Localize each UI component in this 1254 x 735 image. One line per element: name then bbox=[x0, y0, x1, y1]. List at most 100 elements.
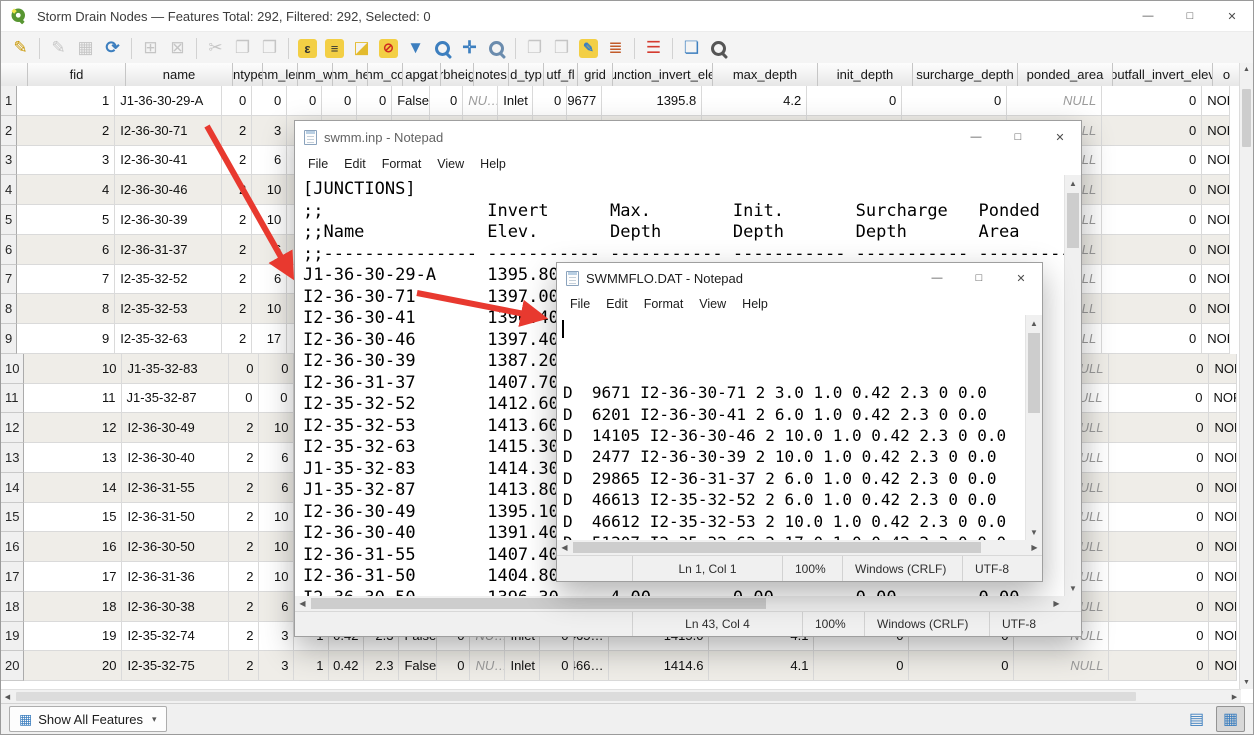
row-number[interactable]: 17 bbox=[1, 562, 24, 592]
cell-nm_len[interactable]: 0 bbox=[259, 354, 294, 384]
menu-view[interactable]: View bbox=[429, 157, 472, 171]
cell-name[interactable]: I2-36-31-50 bbox=[122, 503, 229, 533]
notepad-inp-horizontal-scrollbar[interactable]: ◀ ▶ bbox=[295, 596, 1081, 611]
cell-fid[interactable]: 15 bbox=[24, 503, 122, 533]
cell-intype[interactable]: 2 bbox=[229, 592, 259, 622]
cell-outfall_invert_elev[interactable]: 0 bbox=[1109, 384, 1209, 414]
cell-name[interactable]: I2-36-30-39 bbox=[115, 205, 222, 235]
column-header-grid[interactable]: grid bbox=[578, 63, 613, 86]
menu-file[interactable]: File bbox=[562, 297, 598, 311]
cell-ponded_area[interactable]: NULL bbox=[1007, 86, 1102, 116]
reload-table-button[interactable]: ⟳ bbox=[100, 36, 125, 61]
cell-outfall_type[interactable]: NOR bbox=[1209, 562, 1237, 592]
cell-nm_he[interactable]: 0 bbox=[322, 86, 357, 116]
cell-name[interactable]: I2-36-31-37 bbox=[115, 235, 222, 265]
vertical-scroll-thumb[interactable] bbox=[1028, 333, 1040, 413]
scroll-right-icon[interactable]: ▶ bbox=[1027, 540, 1042, 555]
qgis-maximize-button[interactable]: □ bbox=[1169, 1, 1211, 31]
invert-selection-button[interactable]: ◪ bbox=[349, 36, 374, 61]
cell-outfall_invert_elev[interactable]: 0 bbox=[1102, 205, 1202, 235]
row-number[interactable]: 7 bbox=[1, 265, 17, 295]
cell-grid[interactable]: 9677 bbox=[567, 86, 602, 116]
column-header-notes[interactable]: notes bbox=[474, 63, 509, 86]
cell-notes[interactable]: NU… bbox=[470, 651, 505, 681]
scroll-left-icon[interactable]: ◀ bbox=[295, 596, 310, 611]
cell-nm_len[interactable]: 6 bbox=[252, 235, 287, 265]
zoom-to-selection-button[interactable] bbox=[430, 36, 455, 61]
cell-outfall_type[interactable]: NOR bbox=[1202, 235, 1230, 265]
cell-nm_len[interactable]: 6 bbox=[259, 443, 294, 473]
cell-outfall_type[interactable]: NOR bbox=[1209, 354, 1237, 384]
cell-intype[interactable]: 2 bbox=[229, 532, 259, 562]
scroll-up-icon[interactable]: ▲ bbox=[1065, 175, 1081, 191]
scroll-right-icon[interactable]: ▶ bbox=[1049, 596, 1064, 611]
cell-curbheight[interactable]: 0 bbox=[437, 651, 470, 681]
cell-fid[interactable]: 18 bbox=[24, 592, 122, 622]
horizontal-scroll-thumb[interactable] bbox=[573, 542, 981, 553]
row-number[interactable]: 13 bbox=[1, 443, 24, 473]
notepad-inp-close-button[interactable]: ✕ bbox=[1039, 121, 1081, 153]
cell-intype[interactable]: 2 bbox=[222, 116, 252, 146]
cell-nm_co[interactable]: 0 bbox=[357, 86, 392, 116]
cell-nm_co[interactable]: 2.3 bbox=[364, 651, 399, 681]
cell-intype[interactable]: 2 bbox=[229, 443, 259, 473]
cell-outfall_invert_elev[interactable]: 0 bbox=[1102, 86, 1202, 116]
cell-outfall_invert_elev[interactable]: 0 bbox=[1102, 265, 1202, 295]
row-number[interactable]: 3 bbox=[1, 146, 17, 176]
cell-init_depth[interactable]: 0 bbox=[814, 651, 909, 681]
column-header-nm_co[interactable]: nm_co bbox=[368, 63, 403, 86]
cell-name[interactable]: I2-36-30-50 bbox=[122, 532, 229, 562]
cell-name[interactable]: I2-36-30-38 bbox=[122, 592, 229, 622]
cell-outfall_invert_elev[interactable]: 0 bbox=[1109, 622, 1209, 652]
cell-flapgate[interactable]: False bbox=[399, 651, 437, 681]
cell-nm_len[interactable]: 10 bbox=[259, 532, 294, 562]
row-number[interactable]: 15 bbox=[1, 503, 24, 533]
conditional-formatting-button[interactable]: ✎ bbox=[576, 36, 601, 61]
vertical-scroll-thumb[interactable] bbox=[1242, 89, 1251, 147]
menu-file[interactable]: File bbox=[300, 157, 336, 171]
cell-nm_len[interactable]: 10 bbox=[252, 294, 287, 324]
column-header-max_depth[interactable]: max_depth bbox=[713, 63, 818, 86]
row-number[interactable]: 10 bbox=[1, 354, 24, 384]
cell-nm_len[interactable]: 3 bbox=[252, 116, 287, 146]
cell-intype[interactable]: 2 bbox=[229, 503, 259, 533]
row-number[interactable]: 19 bbox=[1, 622, 24, 652]
cell-nm_len[interactable]: 10 bbox=[252, 175, 287, 205]
notepad-dat-minimize-button[interactable]: — bbox=[916, 263, 958, 293]
cell-intype[interactable]: 2 bbox=[229, 651, 259, 681]
row-number[interactable]: 9 bbox=[1, 324, 17, 354]
cell-outfall_type[interactable]: NOR bbox=[1202, 175, 1230, 205]
cell-fid[interactable]: 1 bbox=[17, 86, 115, 116]
cell-name[interactable]: I2-35-32-74 bbox=[122, 622, 229, 652]
row-number[interactable]: 16 bbox=[1, 532, 24, 562]
row-number[interactable]: 1 bbox=[1, 86, 17, 116]
column-header-outfall_type[interactable]: o bbox=[1213, 63, 1241, 86]
cell-grid[interactable]: 466… bbox=[574, 651, 609, 681]
cell-intype[interactable]: 2 bbox=[222, 324, 252, 354]
cell-name[interactable]: I2-36-30-41 bbox=[115, 146, 222, 176]
cell-max_depth[interactable]: 4.2 bbox=[702, 86, 807, 116]
cell-curbheight[interactable]: 0 bbox=[430, 86, 463, 116]
cell-outfall_type[interactable]: NOR bbox=[1209, 592, 1237, 622]
actions-button[interactable] bbox=[706, 36, 731, 61]
cell-name[interactable]: J1-35-32-87 bbox=[122, 384, 229, 414]
cell-notes[interactable]: NU… bbox=[463, 86, 498, 116]
menu-format[interactable]: Format bbox=[374, 157, 430, 171]
organize-columns-button[interactable]: ☰ bbox=[641, 36, 666, 61]
cell-nm_w[interactable]: 1 bbox=[294, 651, 329, 681]
notepad-dat-maximize-button[interactable]: □ bbox=[958, 263, 1000, 293]
cell-surcharge_depth[interactable]: 0 bbox=[909, 651, 1014, 681]
scroll-down-icon[interactable]: ▼ bbox=[1026, 524, 1042, 540]
cell-fid[interactable]: 10 bbox=[24, 354, 122, 384]
cell-intype[interactable]: 2 bbox=[222, 235, 252, 265]
select-all-button[interactable]: ≡ bbox=[322, 36, 347, 61]
row-number[interactable]: 6 bbox=[1, 235, 17, 265]
field-calculator-button[interactable]: ≣ bbox=[603, 36, 628, 61]
notepad-inp-maximize-button[interactable]: □ bbox=[997, 121, 1039, 153]
cell-outfall_invert_elev[interactable]: 0 bbox=[1109, 443, 1209, 473]
cell-fid[interactable]: 2 bbox=[17, 116, 115, 146]
scroll-up-icon[interactable]: ▲ bbox=[1240, 63, 1253, 76]
column-header-nm_he[interactable]: nm_he bbox=[333, 63, 368, 86]
cell-nm_w[interactable]: 0 bbox=[287, 86, 322, 116]
cell-name[interactable]: I2-36-30-49 bbox=[122, 413, 229, 443]
